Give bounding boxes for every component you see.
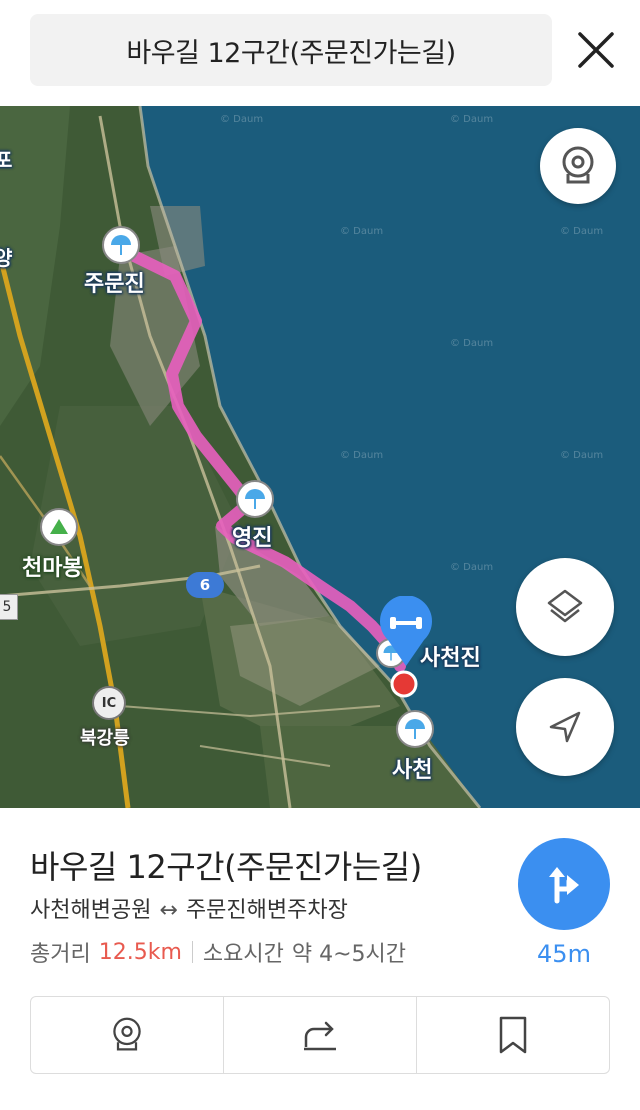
poi-sacheon[interactable] (396, 710, 434, 748)
map-pin-icon (380, 595, 432, 666)
road-route-badge: 6 (186, 572, 224, 598)
beach-umbrella-icon (236, 480, 274, 518)
directions-icon (549, 867, 579, 904)
map-view[interactable]: © Daum © Daum © Daum © Daum © Daum © Dau… (0, 106, 640, 808)
road-number-badge: 5 (0, 594, 18, 620)
poi-label-sacheon: 사천 (392, 758, 433, 783)
mountain-icon (40, 508, 78, 546)
header: 바우길 12구간(주문진가는길) (0, 0, 640, 106)
route-info-panel: 바우길 12구간(주문진가는길) 사천해변공원 ↔ 주문진해변주차장 총거리 12.… (0, 808, 640, 1110)
poi-label-jumunjin: 주문진 (84, 272, 145, 297)
map-watermark: © Daum (220, 114, 264, 125)
route-start-marker[interactable] (376, 595, 436, 672)
map-watermark: © Daum (340, 226, 384, 237)
map-road-fragment: 포 (0, 148, 13, 172)
poi-cheonmabong[interactable] (40, 508, 78, 546)
map-road-fragment: 양 (0, 246, 13, 270)
roadview-icon (562, 146, 594, 184)
time-value: 약 4~5시간 (291, 942, 407, 967)
bookmark-button[interactable] (416, 997, 609, 1073)
close-icon[interactable] (572, 26, 620, 74)
stats-divider (191, 941, 193, 963)
route-end: 주문진해변주차장 (185, 898, 348, 923)
beach-umbrella-icon (102, 226, 140, 264)
poi-label-yeongjin: 영진 (232, 526, 273, 551)
interchange-icon: IC (92, 686, 126, 720)
distance-label: 총거리 (30, 942, 91, 967)
poi-bukgangneung-ic[interactable]: IC (92, 686, 126, 720)
route-endpoints: 사천해변공원 ↔ 주문진해변주차장 (30, 892, 348, 924)
route-start: 사천해변공원 (30, 898, 152, 923)
map-watermark: © Daum (340, 450, 384, 461)
share-icon (304, 1021, 336, 1051)
map-watermark: © Daum (560, 226, 604, 237)
map-watermark: © Daum (450, 338, 494, 349)
poi-jumunjin[interactable] (102, 226, 140, 264)
directions-button[interactable] (518, 838, 610, 930)
map-watermark: © Daum (560, 450, 604, 461)
poi-yeongjin[interactable] (236, 480, 274, 518)
title-box[interactable]: 바우길 12구간(주문진가는길) (30, 14, 552, 86)
map-watermark: © Daum (450, 562, 494, 573)
distance-value: 12.5km (98, 939, 182, 965)
map-watermark: © Daum (450, 114, 494, 125)
poi-label-bukgangneung: 북강릉 (80, 728, 130, 749)
header-title: 바우길 12구간(주문진가는길) (126, 37, 456, 69)
layers-icon (547, 589, 583, 623)
beach-umbrella-icon (396, 710, 434, 748)
location-arrow-icon (549, 711, 581, 743)
time-label: 소요시간 (202, 942, 284, 967)
roadview-icon (113, 1017, 141, 1051)
poi-label-cheonmabong: 천마봉 (22, 556, 83, 581)
my-location-button[interactable] (516, 678, 614, 776)
bookmark-icon (499, 1016, 527, 1054)
layers-button[interactable] (516, 558, 614, 656)
route-stats: 총거리 12.5km 소요시간 약 4~5시간 (30, 936, 406, 968)
roadview-action-button[interactable] (31, 997, 223, 1073)
action-bar (30, 996, 610, 1074)
route-arrow: ↔ (159, 898, 178, 923)
current-location-dot (390, 670, 418, 702)
share-button[interactable] (223, 997, 416, 1073)
route-title: 바우길 12구간(주문진가는길) (30, 848, 422, 886)
nav-distance: 45m (537, 940, 591, 968)
roadview-button[interactable] (540, 128, 616, 204)
